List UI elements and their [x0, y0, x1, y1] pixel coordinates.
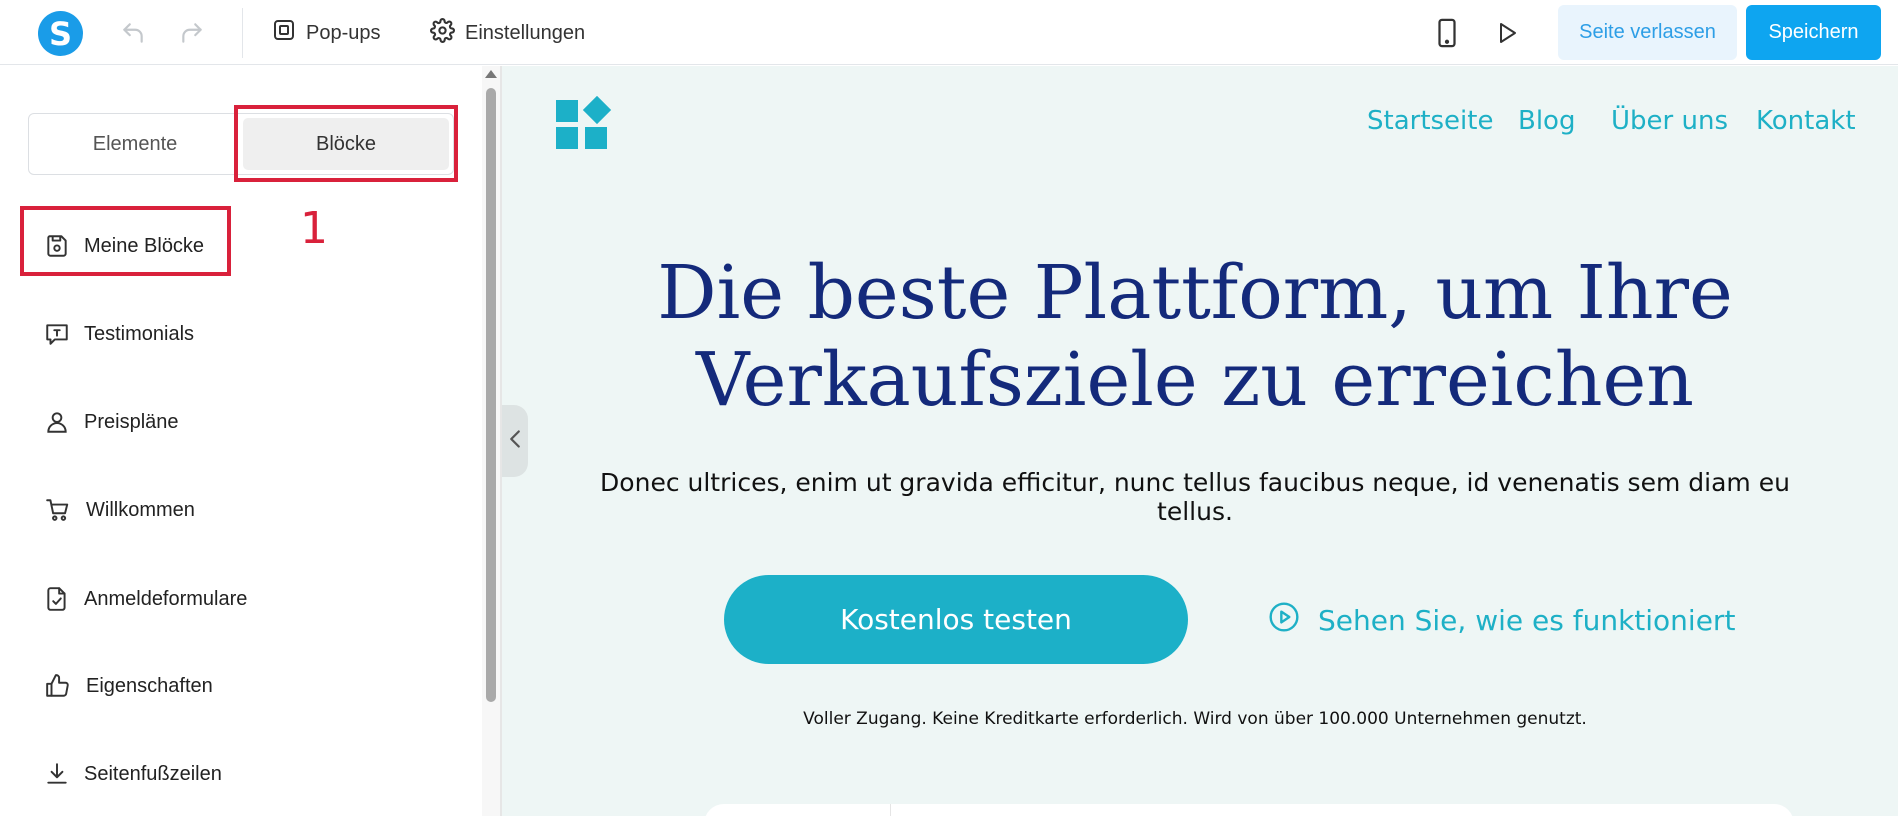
sidebar-item-label: Eigenschaften [86, 674, 213, 697]
app-logo[interactable]: S [38, 11, 83, 56]
speech-bubble-icon [44, 321, 70, 347]
sidebar-scrollbar-thumb[interactable] [486, 88, 496, 702]
settings-button[interactable]: Einstellungen [430, 18, 585, 49]
watch-how-it-works-link[interactable]: Sehen Sie, wie es funktioniert [1268, 601, 1735, 640]
sidebar-item-pricing-plans[interactable]: Preispläne [44, 409, 179, 435]
thumbs-up-icon [44, 673, 72, 699]
sidebar-item-testimonials[interactable]: Testimonials [44, 321, 194, 347]
nav-link-contact[interactable]: Kontakt [1756, 106, 1856, 136]
sidebar-item-label: Anmeldeformulare [84, 587, 248, 610]
hero-subtext: Donec ultrices, enim ut gravida efficitu… [600, 468, 1790, 526]
sidebar-item-footers[interactable]: Seitenfußzeilen [44, 761, 222, 787]
scroll-up-arrow-icon[interactable] [485, 70, 497, 78]
sidebar-item-label: Preispläne [84, 410, 179, 433]
tab-elements[interactable]: Elemente [29, 114, 241, 174]
sidebar-item-label: Testimonials [84, 322, 195, 345]
document-check-icon [44, 585, 70, 613]
save-icon [44, 233, 70, 259]
redo-icon[interactable] [177, 18, 207, 48]
sidebar-item-signup-forms[interactable]: Anmeldeformulare [44, 585, 247, 613]
cart-icon [44, 497, 72, 523]
popups-button[interactable]: Pop-ups [272, 18, 381, 48]
sidebar-item-features[interactable]: Eigenschaften [44, 673, 213, 699]
download-icon [44, 761, 70, 787]
annotation-highlight-blocks-tab [234, 105, 458, 182]
undo-icon[interactable] [118, 18, 148, 48]
play-preview-icon[interactable] [1492, 18, 1522, 48]
sidebar-item-label: Willkommen [86, 498, 195, 521]
site-logo-icon[interactable] [556, 95, 612, 150]
hero-fineprint: Voller Zugang. Keine Kreditkarte erforde… [803, 709, 1587, 729]
hero-headline: Die beste Plattform, um Ihre Verkaufszie… [600, 250, 1790, 424]
toolbar-divider [242, 8, 243, 58]
gear-icon [430, 18, 455, 49]
try-free-button[interactable]: Kostenlos testen [724, 575, 1188, 664]
sidebar-item-my-blocks[interactable]: Meine Blöcke [44, 233, 204, 259]
sidebar-item-welcome[interactable]: Willkommen [44, 497, 195, 523]
user-icon [44, 409, 70, 435]
sidebar-item-label: Meine Blöcke [84, 234, 205, 257]
play-circle-icon [1268, 601, 1300, 640]
popups-label: Pop-ups [306, 21, 381, 44]
annotation-step-number: 1 [300, 203, 328, 254]
collapse-sidebar-button[interactable] [502, 405, 528, 477]
leave-page-button[interactable]: Seite verlassen [1558, 5, 1737, 60]
popup-icon [272, 18, 296, 48]
top-toolbar: S Pop-ups Einstellungen Seite verlassen … [0, 0, 1898, 65]
nav-link-home[interactable]: Startseite [1367, 106, 1493, 136]
save-button[interactable]: Speichern [1746, 5, 1881, 60]
settings-label: Einstellungen [465, 22, 586, 44]
hero-headline-line1: Die beste Plattform, um Ihre [657, 250, 1733, 336]
hero-headline-line2: Verkaufsziele zu erreichen [696, 337, 1694, 423]
page-preview-canvas[interactable] [500, 66, 1898, 816]
chevron-left-icon [508, 429, 522, 454]
mobile-preview-icon[interactable] [1432, 16, 1462, 50]
nav-link-blog[interactable]: Blog [1518, 106, 1575, 136]
next-section-card [704, 804, 1794, 816]
nav-link-about[interactable]: Über uns [1611, 106, 1728, 136]
card-divider [890, 804, 891, 816]
watch-label: Sehen Sie, wie es funktioniert [1318, 604, 1736, 637]
sidebar-item-label: Seitenfußzeilen [84, 762, 222, 785]
